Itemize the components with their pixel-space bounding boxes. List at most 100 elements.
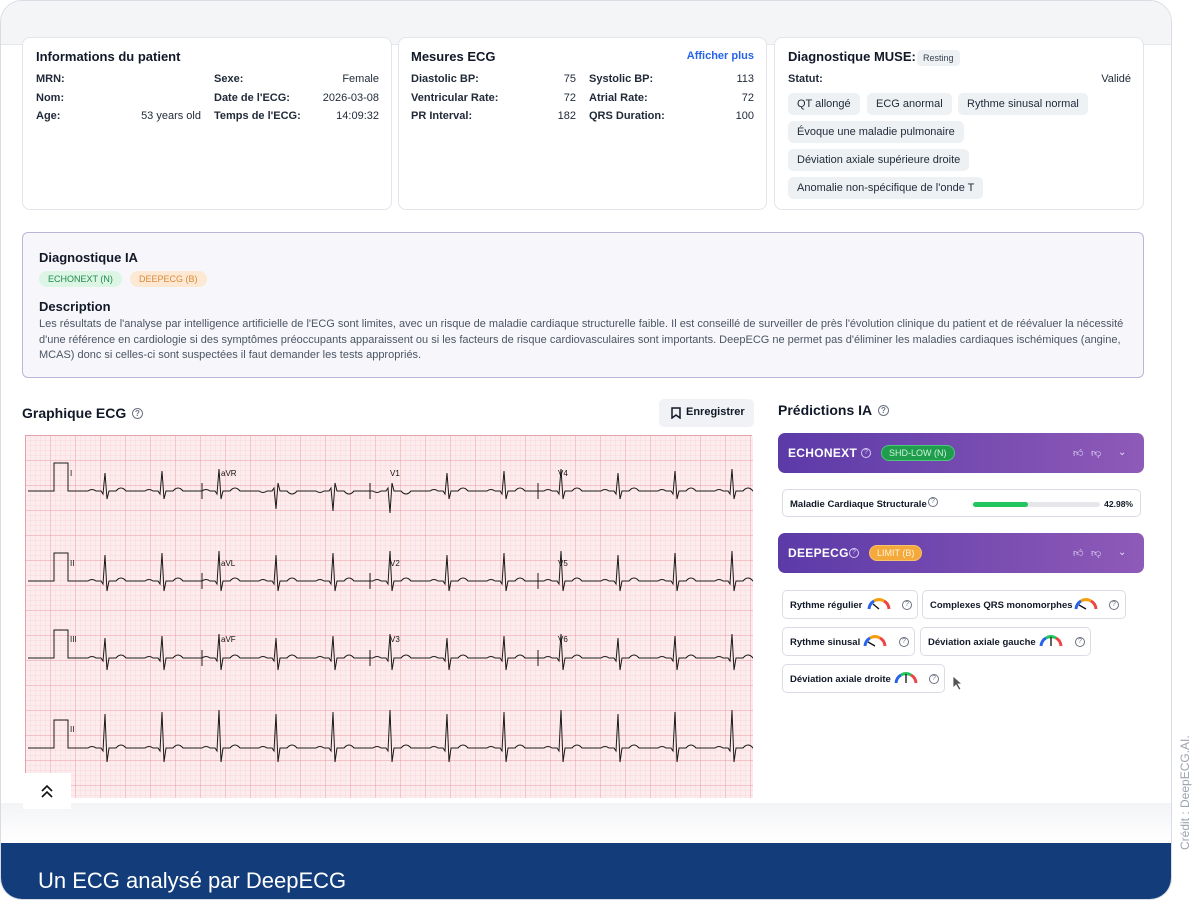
diastolic-label: Diastolic BP: — [411, 73, 479, 85]
help-icon[interactable]: ? — [878, 405, 889, 416]
patient-card-title: Informations du patient — [36, 49, 181, 64]
deepecg-pill: DEEPECG (B) — [130, 271, 207, 287]
gauge-icon — [863, 635, 887, 647]
help-icon[interactable]: ? — [899, 637, 909, 647]
muse-tag: Déviation axiale supérieure droite — [788, 149, 970, 171]
save-button-label: Enregistrer — [686, 406, 745, 418]
lead-label: V4 — [558, 469, 568, 478]
measures-card-title: Mesures ECG — [411, 49, 496, 64]
ia-diagnostic-title: Diagnostique IA — [39, 250, 138, 265]
ventricular-rate-value: 72 — [563, 92, 576, 104]
app-window: Informations du patient MRN: Nom: Age: 5… — [0, 0, 1172, 900]
mrn-label: MRN: — [36, 73, 65, 85]
lead-label: V1 — [390, 469, 400, 478]
help-icon[interactable]: ? — [861, 448, 871, 458]
help-icon[interactable]: ? — [1075, 637, 1085, 647]
ecg-date-value: 2026-03-08 — [322, 92, 379, 104]
thumbs-down-icon[interactable]: 👎︎ — [1091, 547, 1101, 559]
muse-tag: Anomalie non-spécifique de l'onde T — [788, 177, 984, 199]
thumbs-down-icon[interactable]: 👎︎ — [1091, 447, 1101, 459]
structural-disease-value: 42.98% — [1104, 499, 1133, 509]
help-icon[interactable]: ? — [929, 674, 939, 684]
echonext-pill: ECHONEXT (N) — [39, 271, 122, 287]
chevron-down-icon[interactable]: ⌄ — [1118, 547, 1126, 558]
bookmark-icon — [671, 407, 681, 419]
pr-interval-value: 182 — [557, 110, 576, 122]
structural-disease-card: Maladie Cardiaque Structurale ? 42.98% — [782, 489, 1141, 517]
prediction-item[interactable]: Complexes QRS monomorphes ? — [922, 590, 1126, 619]
echonext-bar[interactable]: ECHONEXT ? SHD-LOW (N) 👍︎ 👎︎ ⌄ — [778, 433, 1144, 473]
help-icon[interactable]: ? — [1109, 600, 1119, 610]
thumbs-up-icon[interactable]: 👍︎ — [1073, 547, 1083, 559]
deepecg-bar[interactable]: DEEPECG ? LIMIT (B) 👍︎ 👎︎ ⌄ — [778, 533, 1144, 573]
prediction-label: Déviation axiale droite — [790, 674, 891, 685]
caption-text: Un ECG analysé par DeepECG — [38, 868, 347, 893]
help-icon[interactable]: ? — [928, 497, 938, 507]
systolic-label: Systolic BP: — [589, 73, 654, 85]
lead-label: V5 — [558, 559, 568, 568]
prediction-item[interactable]: Déviation axiale droite ? — [782, 664, 945, 693]
age-label: Age: — [36, 110, 61, 122]
prediction-label: Déviation axiale gauche — [928, 637, 1036, 648]
prediction-label: Rythme régulier — [790, 600, 863, 611]
lead-label: aVR — [221, 469, 237, 478]
chevron-down-icon[interactable]: ⌄ — [1118, 447, 1126, 458]
gauge-icon — [1039, 635, 1063, 647]
qrs-duration-value: 100 — [735, 110, 754, 122]
resting-badge: Resting — [917, 50, 960, 66]
age-value: 53 years old — [141, 110, 201, 122]
cursor-icon — [952, 675, 964, 691]
ecg-time-label: Temps de l'ECG: — [214, 110, 301, 122]
muse-tag: ECG anormal — [867, 93, 952, 115]
status-value: Validé — [1101, 73, 1131, 85]
lead-label: III — [70, 635, 77, 644]
muse-tag: Rythme sinusal normal — [958, 93, 1088, 115]
patient-card: Informations du patient MRN: Nom: Age: 5… — [22, 37, 392, 210]
atrial-rate-label: Atrial Rate: — [589, 92, 648, 104]
description-title: Description — [39, 299, 111, 314]
sexe-label: Sexe: — [214, 73, 244, 85]
gauge-icon — [894, 672, 918, 684]
nom-label: Nom: — [36, 92, 65, 104]
caption-band: Un ECG analysé par DeepECG — [1, 843, 1171, 899]
ecg-date-label: Date de l'ECG: — [214, 92, 290, 104]
page-bottom-fade — [1, 803, 1171, 843]
show-more-link[interactable]: Afficher plus — [687, 50, 754, 62]
prediction-label: Complexes QRS monomorphes — [930, 600, 1073, 611]
double-chevron-up-icon — [41, 784, 53, 798]
structural-disease-label: Maladie Cardiaque Structurale — [790, 499, 927, 510]
structural-disease-progress-fill — [973, 502, 1028, 507]
lead-label: II — [70, 725, 74, 734]
prediction-label: Rythme sinusal — [790, 637, 861, 648]
ventricular-rate-label: Ventricular Rate: — [411, 92, 499, 104]
photo-credit: Crédit : DeepECG.AI. — [1178, 735, 1192, 850]
sexe-value: Female — [342, 73, 379, 85]
deepecg-name: DEEPECG — [788, 546, 849, 560]
status-label: Statut: — [788, 73, 823, 85]
qrs-duration-label: QRS Duration: — [589, 110, 665, 122]
muse-tag: Évoque une maladie pulmonaire — [788, 121, 964, 143]
help-icon[interactable]: ? — [849, 548, 859, 558]
gauge-icon — [1074, 598, 1098, 610]
prediction-item[interactable]: Déviation axiale gauche ? — [920, 627, 1091, 656]
lead-label: II — [70, 559, 74, 568]
echonext-status-pill: SHD-LOW (N) — [881, 445, 955, 461]
ecg-time-value: 14:09:32 — [336, 110, 379, 122]
help-icon[interactable]: ? — [132, 408, 143, 419]
prediction-item[interactable]: Rythme sinusal ? — [782, 627, 915, 656]
gauge-icon — [867, 598, 891, 610]
help-icon[interactable]: ? — [902, 600, 912, 610]
scroll-to-top-button[interactable] — [23, 773, 71, 809]
lead-label: aVF — [221, 635, 236, 644]
pr-interval-label: PR Interval: — [411, 110, 473, 122]
lead-label: V3 — [390, 635, 400, 644]
prediction-item[interactable]: Rythme régulier ? — [782, 590, 918, 619]
diastolic-value: 75 — [563, 73, 576, 85]
muse-card-title: Diagnostique MUSE: — [788, 49, 916, 64]
atrial-rate-value: 72 — [741, 92, 754, 104]
lead-label: I — [70, 469, 72, 478]
ecg-chart: I aVR V1 V4 II aVL V2 V5 III aVF V3 V6 I… — [25, 435, 758, 798]
structural-disease-progress-track — [973, 502, 1100, 507]
thumbs-up-icon[interactable]: 👍︎ — [1073, 447, 1083, 459]
save-button[interactable]: Enregistrer — [659, 399, 754, 427]
